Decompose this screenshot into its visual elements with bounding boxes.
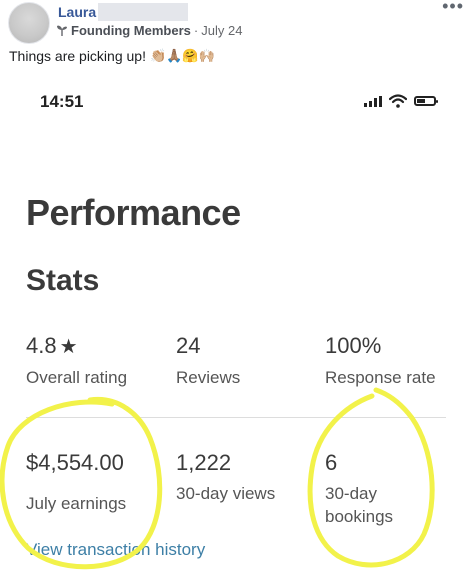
star-icon: ★ <box>59 336 78 358</box>
sprout-icon <box>57 25 67 36</box>
rating-label: Overall rating <box>26 368 128 387</box>
transaction-history-link[interactable]: View transaction history <box>26 540 205 560</box>
page-title: Performance <box>26 192 241 233</box>
attached-screenshot[interactable]: 14:51 Performance Stats 4.8 ★ Overall rat… <box>0 78 474 576</box>
rating-value: 4.8 ★ <box>26 333 78 358</box>
divider <box>26 417 446 418</box>
response-rate-value: 100% <box>325 333 382 358</box>
post-emojis: 👏🏼🙏🏽🤗🙌🏼 <box>149 48 215 63</box>
post-meta: Founding Members · July 24 <box>56 23 242 38</box>
response-rate-label: Response rate <box>325 368 436 387</box>
meta-separator: · <box>193 23 199 38</box>
battery-icon <box>414 96 438 106</box>
author-name[interactable]: Laura <box>58 4 96 20</box>
bookings-label-line1: 30-day <box>325 484 377 503</box>
group-name[interactable]: Founding Members <box>71 23 191 38</box>
avatar[interactable] <box>8 2 50 44</box>
post-header: Laura Founding Members · July 24 ••• Thi… <box>0 0 474 78</box>
post-message: Things are picking up! <box>9 48 146 64</box>
earnings-value: $4,554.00 <box>26 450 124 475</box>
bookings-label-line2: bookings <box>325 507 394 526</box>
section-title: Stats <box>26 264 100 297</box>
wifi-icon <box>389 94 407 108</box>
status-icons <box>364 94 438 108</box>
more-icon[interactable]: ••• <box>442 0 464 15</box>
reviews-value: 24 <box>176 333 201 358</box>
post-text: Things are picking up! 👏🏼🙏🏽🤗🙌🏼 <box>9 48 215 64</box>
earnings-label: July earnings <box>26 494 127 513</box>
views-value: 1,222 <box>176 450 232 475</box>
reviews-label: Reviews <box>176 368 241 387</box>
status-time: 14:51 <box>40 92 84 111</box>
bookings-value: 6 <box>325 450 338 475</box>
redacted-surname <box>98 3 188 21</box>
views-label: 30-day views <box>176 484 276 503</box>
signal-icon <box>364 95 382 107</box>
post-date[interactable]: July 24 <box>201 23 242 38</box>
